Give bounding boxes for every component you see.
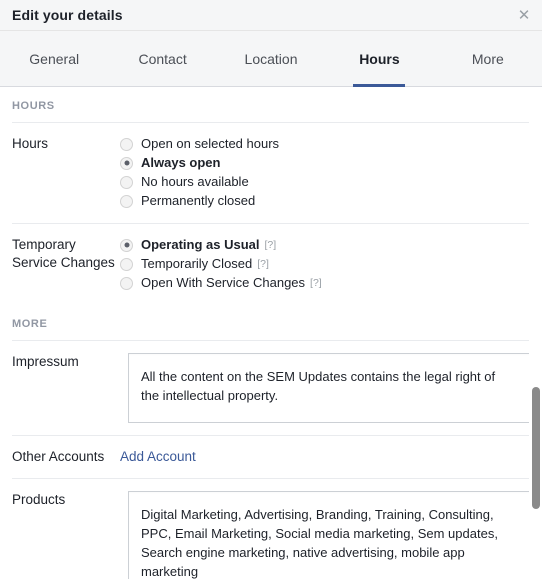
radio-label: Operating as Usual [141, 237, 260, 252]
scrollbar-track[interactable] [529, 87, 542, 579]
radio-icon [120, 257, 133, 271]
section-heading-more: MORE [12, 318, 48, 330]
row-other-accounts: Other Accounts Add Account [12, 435, 542, 478]
row-label-temporary-service-changes: Temporary Service Changes [12, 237, 115, 270]
radio-icon [120, 137, 133, 151]
scrollbar-thumb[interactable] [532, 387, 540, 509]
tab-contact[interactable]: Contact [108, 31, 216, 86]
row-products: Products Digital Marketing, Advertising,… [12, 478, 542, 579]
radio-icon [120, 238, 133, 252]
row-label-products: Products [12, 492, 66, 507]
radio-permanently-closed[interactable]: Permanently closed [120, 192, 542, 210]
dialog-titlebar: Edit your details ✕ [0, 0, 542, 31]
tab-hours[interactable]: Hours [325, 31, 433, 86]
radio-label: Always open [141, 155, 221, 170]
radio-label: No hours available [141, 174, 249, 189]
radio-label: Open With Service Changes [141, 275, 306, 290]
radio-label: Temporarily Closed [141, 256, 253, 271]
edit-details-dialog: Edit your details ✕ General Contact Loca… [0, 0, 542, 580]
radio-label: Open on selected hours [141, 136, 280, 151]
row-hours: Hours Open on selected hours Always open… [12, 122, 542, 223]
tab-location[interactable]: Location [217, 31, 325, 86]
radio-open-with-service-changes[interactable]: Open With Service Changes [?] [120, 274, 542, 292]
products-field-wrap: Digital Marketing, Advertising, Branding… [120, 491, 542, 579]
tab-general[interactable]: General [0, 31, 108, 86]
row-temporary-service-changes: Temporary Service Changes Operating as U… [12, 223, 542, 305]
add-account-link[interactable]: Add Account [120, 449, 196, 464]
hours-radio-group: Open on selected hours Always open No ho… [120, 135, 542, 211]
close-icon[interactable]: ✕ [515, 6, 533, 24]
row-label-other-accounts: Other Accounts [12, 449, 105, 464]
help-icon[interactable]: [?] [310, 274, 322, 292]
row-label-impressum: Impressum [12, 354, 79, 369]
row-impressum: Impressum All the content on the SEM Upd… [12, 340, 542, 577]
section-heading-hours: HOURS [12, 100, 55, 112]
radio-always-open[interactable]: Always open [120, 154, 542, 172]
radio-icon [120, 276, 133, 290]
dialog-title: Edit your details [12, 7, 123, 23]
radio-icon [120, 156, 133, 170]
radio-operating-as-usual[interactable]: Operating as Usual [?] [120, 236, 542, 254]
help-icon[interactable]: [?] [257, 255, 269, 273]
dialog-scroll-body: HOURS Hours Open on selected hours Alway… [0, 87, 542, 579]
temporary-service-changes-radio-group: Operating as Usual [?] Temporarily Close… [120, 236, 542, 293]
radio-temporarily-closed[interactable]: Temporarily Closed [?] [120, 255, 542, 273]
impressum-textarea[interactable]: All the content on the SEM Updates conta… [128, 353, 531, 423]
tab-more[interactable]: More [434, 31, 542, 86]
radio-no-hours-available[interactable]: No hours available [120, 173, 542, 191]
tab-bar: General Contact Location Hours More [0, 31, 542, 87]
radio-icon [120, 175, 133, 189]
radio-open-on-selected-hours[interactable]: Open on selected hours [120, 135, 542, 153]
radio-label: Permanently closed [141, 193, 256, 208]
other-accounts-field: Add Account [120, 448, 542, 466]
radio-icon [120, 194, 133, 208]
help-icon[interactable]: [?] [264, 236, 276, 254]
products-textarea[interactable]: Digital Marketing, Advertising, Branding… [128, 491, 531, 579]
impressum-field-wrap: All the content on the SEM Updates conta… [120, 353, 542, 577]
row-label-hours: Hours [12, 136, 49, 151]
